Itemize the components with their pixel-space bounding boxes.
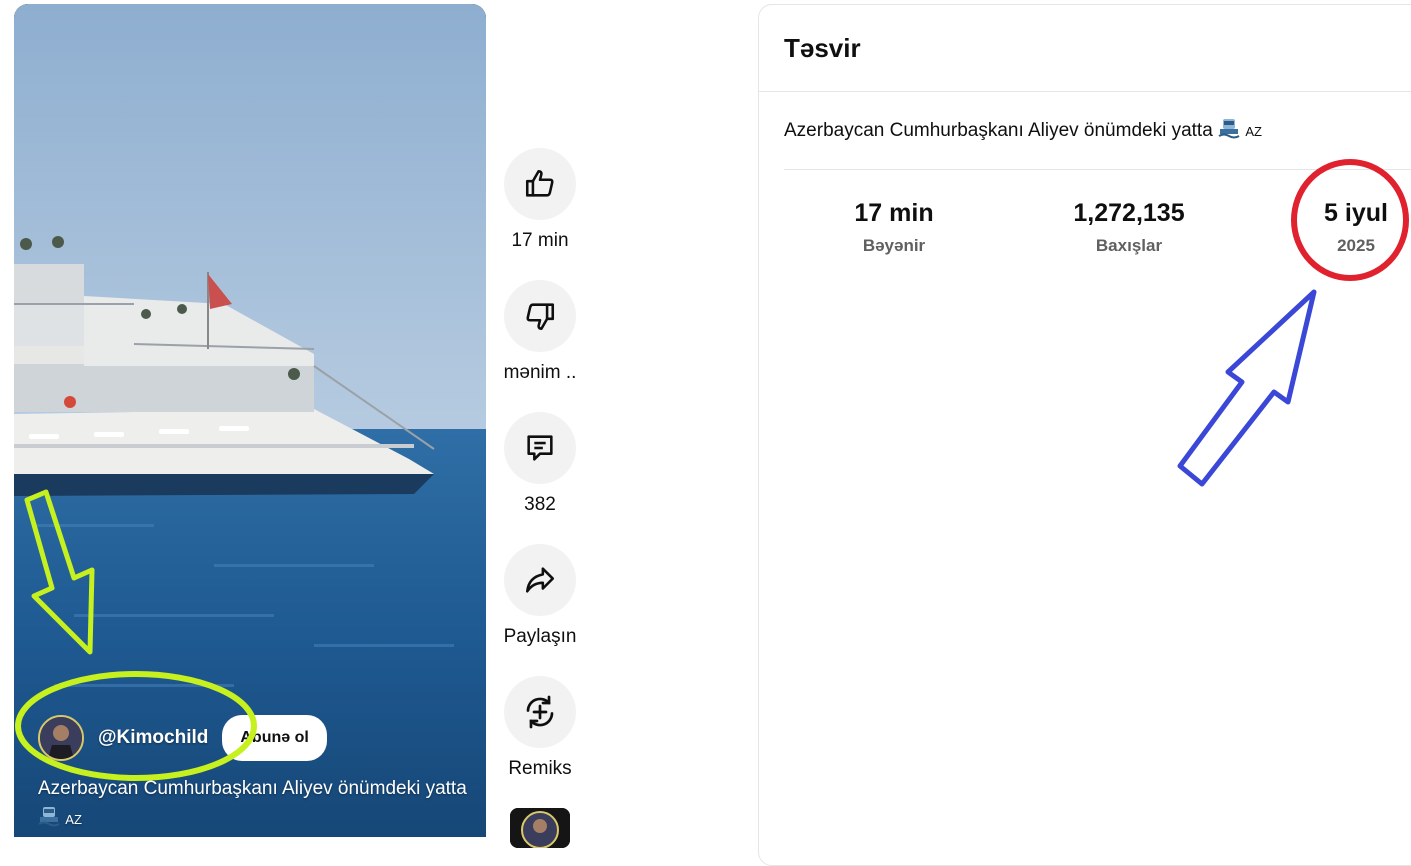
sound-avatar[interactable]	[510, 808, 570, 848]
channel-handle[interactable]: @Kimochild	[98, 727, 208, 749]
remix-action: Remiks	[500, 676, 580, 780]
short-video-player[interactable]: @Kimochild Abunə ol Azerbaycan Cumhurbaş…	[14, 4, 486, 837]
comment-icon	[527, 435, 553, 461]
stat-date: 5 iyul 2025	[1299, 199, 1411, 256]
like-count: 17 min	[511, 230, 569, 251]
thumbs-down-icon	[526, 303, 555, 331]
share-button[interactable]	[504, 544, 576, 616]
panel-divider	[759, 91, 1411, 92]
stat-views-value: 1,272,135	[1073, 199, 1185, 227]
channel-row: @Kimochild Abunə ol	[38, 712, 327, 764]
stat-views-label: Baxışlar	[1095, 236, 1163, 255]
description-text: Azerbaycan Cumhurbaşkanı Aliyev önümdeki…	[784, 117, 1262, 145]
ship-icon	[38, 805, 60, 837]
remix-button[interactable]	[504, 676, 576, 748]
stat-likes-label: Bəyənir	[862, 236, 926, 255]
stats-divider	[784, 169, 1411, 170]
video-caption: Azerbaycan Cumhurbaşkanı Aliyev önümdeki…	[38, 774, 468, 837]
remix-label: Remiks	[508, 758, 572, 779]
panel-title: Təsvir	[784, 33, 861, 63]
stat-likes: 17 min Bəyənir	[829, 199, 959, 256]
channel-avatar[interactable]	[38, 715, 84, 761]
stat-likes-value: 17 min	[854, 199, 934, 227]
comments-action: 382	[500, 412, 580, 516]
description-text-body: Azerbaycan Cumhurbaşkanı Aliyev önümdeki…	[784, 120, 1213, 141]
video-caption-text: Azerbaycan Cumhurbaşkanı Aliyev önümdeki…	[38, 778, 467, 799]
like-button[interactable]	[504, 148, 576, 220]
comments-button[interactable]	[504, 412, 576, 484]
dislike-label: mənim ..	[503, 362, 577, 383]
remix-icon	[526, 695, 554, 729]
stat-date-value: 5 iyul	[1324, 199, 1388, 227]
like-action: 17 min	[500, 148, 580, 252]
share-arrow-icon	[525, 567, 555, 593]
subscribe-button[interactable]: Abunə ol	[222, 715, 327, 761]
share-action: Paylaşın	[500, 544, 580, 648]
comment-count: 382	[524, 494, 556, 515]
dislike-button[interactable]	[504, 280, 576, 352]
stat-views: 1,272,135 Baxışlar	[1049, 199, 1209, 256]
ship-icon	[1218, 117, 1240, 145]
thumbs-up-icon	[525, 169, 554, 197]
dislike-action: mənim ..	[500, 280, 580, 384]
description-tag: AZ	[1245, 124, 1262, 139]
share-label: Paylaşın	[503, 626, 577, 647]
stat-date-year: 2025	[1337, 236, 1375, 255]
description-panel: Təsvir Azerbaycan Cumhurbaşkanı Aliyev ö…	[758, 4, 1411, 866]
caption-tag: AZ	[65, 812, 82, 827]
